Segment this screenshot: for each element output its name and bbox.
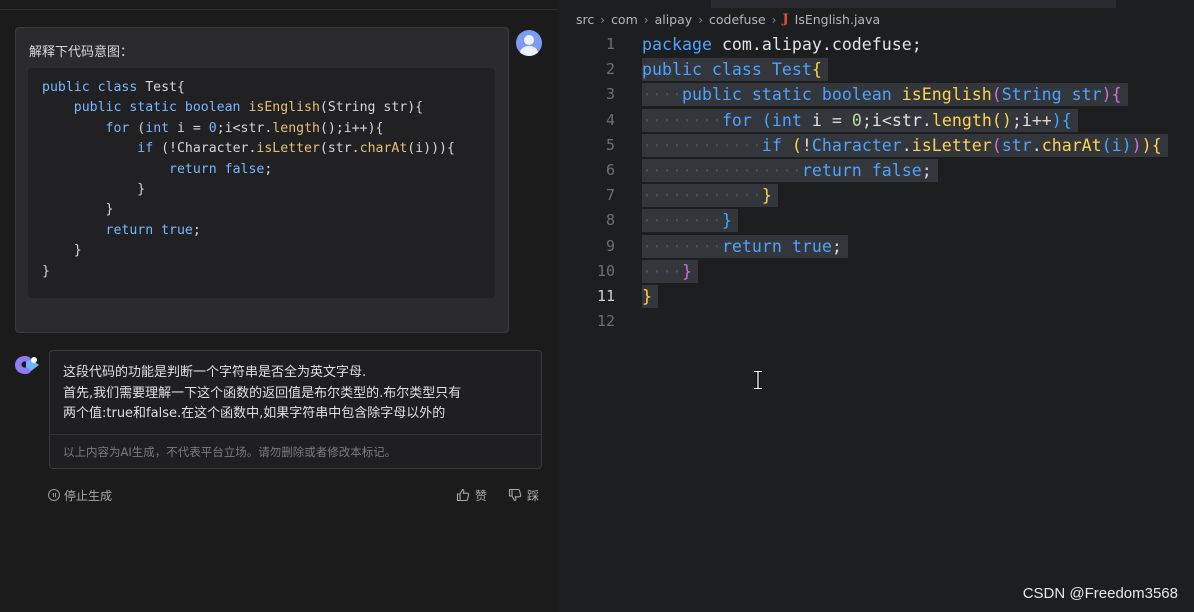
code-area[interactable]: package com.alipay.codefuse; public clas… bbox=[642, 32, 1168, 334]
line-number: 7 bbox=[605, 186, 615, 205]
ai-reply-line: 两个值:true和false.在这个函数中,如果字符串中包含除字母以外的 bbox=[63, 406, 446, 421]
code-line: ················return false; bbox=[642, 158, 1168, 183]
line-number-active: 11 bbox=[596, 286, 615, 305]
code-line: } bbox=[642, 284, 1168, 309]
ai-message-bubble: 这段代码的功能是判断一个字符串是否全为英文字母. 首先,我们需要理解一下这个函数… bbox=[49, 350, 542, 469]
breadcrumb-item[interactable]: com bbox=[611, 12, 638, 27]
line-number: 3 bbox=[605, 85, 615, 104]
pause-circle-icon bbox=[48, 489, 60, 501]
line-number: 12 bbox=[596, 312, 615, 331]
code-line: ············if (!Character.isLetter(str.… bbox=[642, 133, 1168, 158]
thumbs-down-icon bbox=[508, 488, 522, 502]
java-file-icon: J bbox=[782, 12, 789, 27]
code-line: ········} bbox=[642, 208, 1168, 233]
line-number: 9 bbox=[605, 236, 615, 255]
editor-tab-strip bbox=[711, 0, 1116, 8]
chevron-right-icon: › bbox=[771, 12, 777, 27]
dislike-label: 踩 bbox=[527, 488, 540, 503]
code-line: ····} bbox=[642, 259, 1168, 284]
line-number: 8 bbox=[605, 211, 615, 230]
csdn-watermark: CSDN @Freedom3568 bbox=[1022, 585, 1178, 602]
user-code-line: return false; bbox=[169, 161, 273, 177]
avatar-head-shape bbox=[524, 35, 534, 45]
avatar-body-shape bbox=[520, 46, 538, 56]
chat-top-divider bbox=[0, 9, 558, 10]
user-code-block[interactable]: public class Test{ public static boolean… bbox=[28, 68, 495, 298]
user-code-line: public class Test{ bbox=[42, 80, 185, 95]
code-line: public class Test{ bbox=[642, 57, 1168, 82]
ai-reply-line: 首先,我们需要理解一下这个函数的返回值是布尔类型的.布尔类型只有 bbox=[63, 385, 462, 401]
code-line: ············} bbox=[642, 183, 1168, 208]
chevron-right-icon: › bbox=[600, 12, 606, 27]
chevron-right-icon: › bbox=[643, 12, 649, 27]
user-code-line: for (int i = 0;i<str.length();i++){ bbox=[105, 120, 384, 136]
user-code-line: } bbox=[42, 263, 50, 279]
user-code: public class Test{ public static boolean… bbox=[42, 78, 455, 282]
ai-disclaimer: 以上内容为AI生成，不代表平台立场。请勿删除或者修改本标记。 bbox=[63, 445, 397, 459]
line-number-gutter: 1 2 3 4 5 6 7 8 9 10 11 12 bbox=[558, 32, 616, 334]
user-message-bubble: 解释下代码意图： public class Test{ public stati… bbox=[15, 27, 509, 333]
code-line: ········for (int i = 0;i<str.length();i+… bbox=[642, 108, 1168, 133]
user-code-line: if (!Character.isLetter(str.charAt(i))){ bbox=[137, 141, 455, 157]
ai-bubble-divider bbox=[50, 434, 541, 435]
line-number: 10 bbox=[596, 261, 615, 280]
user-code-line: } bbox=[42, 202, 114, 218]
user-code-line: return true; bbox=[105, 222, 201, 238]
user-code-line: } bbox=[42, 182, 146, 198]
line-number: 4 bbox=[605, 110, 615, 129]
stop-generating-label: 停止生成 bbox=[64, 488, 113, 503]
code-editor[interactable]: src › com › alipay › codefuse › J IsEngl… bbox=[558, 0, 1194, 612]
code-line: package com.alipay.codefuse; bbox=[642, 35, 922, 54]
dislike-button[interactable]: 踩 bbox=[508, 486, 539, 504]
code-line: ········return true; bbox=[642, 234, 1168, 259]
user-prompt-text: 解释下代码意图： bbox=[29, 45, 134, 60]
user-avatar[interactable] bbox=[516, 30, 542, 56]
stop-generating-button[interactable]: 停止生成 bbox=[48, 486, 112, 504]
user-code-line: public static boolean isEnglish(String s… bbox=[73, 100, 424, 116]
thumbs-up-icon bbox=[456, 488, 470, 502]
ai-reply-line: 这段代码的功能是判断一个字符串是否全为英文字母. bbox=[63, 365, 367, 380]
chevron-right-icon: › bbox=[698, 12, 703, 27]
user-code-line: } bbox=[42, 243, 82, 259]
breadcrumb: src › com › alipay › codefuse › J IsEngl… bbox=[576, 12, 880, 27]
code-line: ····public static boolean isEnglish(Stri… bbox=[642, 82, 1168, 107]
codefuse-logo-icon bbox=[15, 356, 39, 374]
like-button[interactable]: 赞 bbox=[456, 486, 487, 504]
line-number: 2 bbox=[605, 60, 615, 79]
breadcrumb-item[interactable]: codefuse bbox=[709, 12, 766, 27]
ai-reply-text: 这段代码的功能是判断一个字符串是否全为英文字母. 首先,我们需要理解一下这个函数… bbox=[63, 363, 533, 425]
chat-panel: 解释下代码意图： public class Test{ public stati… bbox=[0, 0, 558, 612]
user-code-line-text: Test{ bbox=[145, 80, 185, 95]
line-number: 1 bbox=[605, 35, 615, 53]
breadcrumb-item[interactable]: src bbox=[576, 12, 594, 27]
line-number: 5 bbox=[605, 135, 615, 154]
text-cursor-icon bbox=[754, 370, 762, 390]
breadcrumb-item[interactable]: alipay bbox=[655, 12, 693, 27]
like-label: 赞 bbox=[475, 488, 488, 503]
line-number: 6 bbox=[605, 160, 615, 179]
breadcrumb-file[interactable]: IsEnglish.java bbox=[795, 12, 881, 27]
